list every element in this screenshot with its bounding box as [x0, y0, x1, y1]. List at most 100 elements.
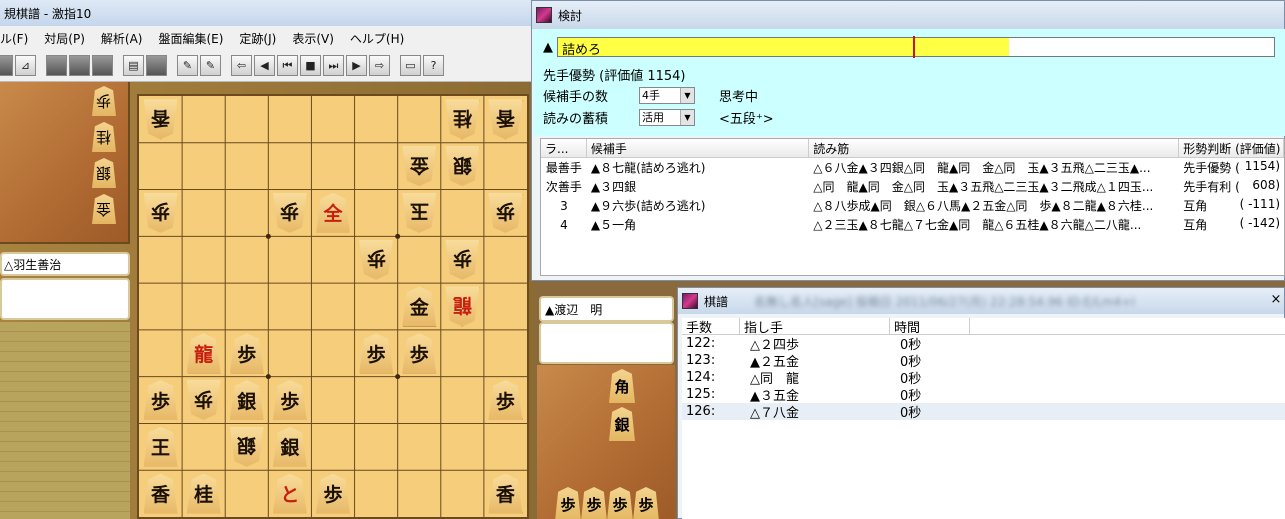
- menu-game[interactable]: 対局(P): [36, 30, 93, 47]
- sente-piece[interactable]: 歩: [230, 333, 264, 373]
- monitor-icon[interactable]: ▭: [400, 55, 421, 76]
- board-square[interactable]: 王: [139, 423, 182, 470]
- gote-piece[interactable]: 香: [144, 99, 178, 139]
- sente-piece[interactable]: 金: [402, 286, 436, 326]
- gote-piece[interactable]: 歩: [144, 193, 178, 233]
- toolbar-board2-icon[interactable]: [69, 55, 90, 76]
- board-square[interactable]: 桂: [441, 96, 484, 143]
- menu-view[interactable]: 表示(V): [284, 30, 342, 47]
- board-square[interactable]: 銀: [225, 423, 268, 470]
- board-square[interactable]: 歩: [268, 377, 311, 424]
- chevron-down-icon[interactable]: ▼: [680, 109, 694, 125]
- board-square[interactable]: 銀: [441, 143, 484, 190]
- column-candidate[interactable]: 候補手: [587, 139, 810, 157]
- toolbar-blank-icon[interactable]: [146, 55, 167, 76]
- sente-piece[interactable]: 歩: [402, 333, 436, 373]
- toolbar-board3-icon[interactable]: [92, 55, 113, 76]
- sente-piece[interactable]: 歩: [144, 380, 178, 420]
- sente-piece[interactable]: 王: [144, 427, 178, 467]
- sente-piece[interactable]: 香: [488, 474, 522, 514]
- gote-piece[interactable]: 銀: [230, 427, 264, 467]
- table-row[interactable]: 最善手 ▲８七龍(詰めろ逃れ) △６八金▲３四銀△同 龍▲同 金△同 玉▲３五飛…: [541, 158, 1284, 177]
- board-square[interactable]: 歩: [441, 236, 484, 283]
- chevron-down-icon[interactable]: ▼: [680, 87, 694, 103]
- sente-hand-piece[interactable]: 歩: [607, 487, 633, 519]
- gote-piece[interactable]: 龍: [445, 286, 479, 326]
- gote-piece[interactable]: 玉: [402, 193, 436, 233]
- gote-hand-piece[interactable]: 金: [92, 194, 116, 224]
- sente-piece[interactable]: と: [273, 474, 307, 514]
- gote-piece[interactable]: 歩: [445, 240, 479, 280]
- sente-piece[interactable]: 銀: [273, 427, 307, 467]
- sente-hand-piece[interactable]: 銀: [609, 407, 635, 441]
- board-square[interactable]: 玉: [398, 190, 441, 237]
- sente-hand-piece[interactable]: 歩: [555, 487, 581, 519]
- board-square[interactable]: 龍: [182, 330, 225, 377]
- board-square[interactable]: 歩: [182, 377, 225, 424]
- sente-piece[interactable]: 香: [144, 474, 178, 514]
- sente-piece[interactable]: 龍: [187, 333, 221, 373]
- table-row[interactable]: 4 ▲５一角 △２三玉▲８七龍△７七金▲同 龍△６五桂▲８六龍△二八龍... 互…: [541, 215, 1284, 234]
- board-square[interactable]: 歩: [139, 190, 182, 237]
- sente-piece[interactable]: 歩: [316, 474, 350, 514]
- redo-arrow-icon[interactable]: ⇨: [369, 55, 390, 76]
- board-square[interactable]: 金: [398, 143, 441, 190]
- sente-piece[interactable]: 銀: [230, 380, 264, 420]
- column-move-number[interactable]: 手数: [682, 318, 740, 336]
- board-square[interactable]: と: [268, 470, 311, 517]
- toolbar-record-icon[interactable]: ▤: [123, 55, 144, 76]
- column-eval[interactable]: 形勢判断 (評価値): [1179, 139, 1284, 157]
- board-square[interactable]: 歩: [355, 330, 398, 377]
- gote-piece[interactable]: 金: [402, 146, 436, 186]
- gote-piece[interactable]: 歩: [359, 240, 393, 280]
- list-item[interactable]: 122: △２四歩 0秒: [682, 335, 1285, 353]
- sente-piece[interactable]: 桂: [187, 474, 221, 514]
- list-item[interactable]: 123: ▲２五金 0秒: [682, 352, 1285, 370]
- stop-icon[interactable]: ■: [300, 55, 321, 76]
- column-rank[interactable]: ラ...: [541, 139, 587, 157]
- board-square[interactable]: 歩: [139, 377, 182, 424]
- menu-analysis[interactable]: 解析(A): [93, 30, 151, 47]
- gote-hand-piece[interactable]: 歩: [92, 86, 116, 116]
- board-square[interactable]: 歩: [484, 190, 527, 237]
- candidates-select[interactable]: 4手 ▼: [639, 86, 695, 104]
- kifu-titlebar[interactable]: 棋譜 名無し名人[sage] 投稿日 2011/06/27(月) 22:28:5…: [678, 288, 1284, 314]
- last-move-icon[interactable]: ⏭: [323, 55, 344, 76]
- gote-piece[interactable]: 桂: [445, 99, 479, 139]
- column-move[interactable]: 指し手: [740, 318, 890, 336]
- column-pv[interactable]: 読み筋: [809, 139, 1180, 157]
- menu-help[interactable]: ヘルプ(H): [342, 30, 412, 47]
- table-row[interactable]: 次善手 ▲３四銀 △同 龍▲同 金△同 玉▲３五飛△二三玉▲３二飛成△１四玉..…: [541, 177, 1284, 196]
- menu-joseki[interactable]: 定跡(J): [231, 30, 284, 47]
- help-icon[interactable]: ?: [423, 55, 444, 76]
- sente-piece[interactable]: 歩: [488, 380, 522, 420]
- toolbar-tool-icon[interactable]: [0, 55, 13, 76]
- board-square[interactable]: 銀: [225, 377, 268, 424]
- menu-file[interactable]: ル(F): [0, 30, 36, 47]
- board-square[interactable]: 歩: [398, 330, 441, 377]
- sente-piece[interactable]: 全: [316, 193, 350, 233]
- sente-hand-piece[interactable]: 歩: [581, 487, 607, 519]
- board-square[interactable]: 桂: [182, 470, 225, 517]
- board-square[interactable]: 歩: [484, 377, 527, 424]
- sente-piece[interactable]: 歩: [273, 380, 307, 420]
- board-square[interactable]: 歩: [225, 330, 268, 377]
- board-square[interactable]: 歩: [355, 236, 398, 283]
- board-square[interactable]: 香: [139, 96, 182, 143]
- gote-piece[interactable]: 銀: [445, 146, 479, 186]
- board-square[interactable]: 銀: [268, 423, 311, 470]
- analysis-titlebar[interactable]: 検討: [532, 1, 1284, 29]
- board-square[interactable]: 全: [311, 190, 354, 237]
- board-square[interactable]: 金: [398, 283, 441, 330]
- toolbar-edit-icon[interactable]: ✎: [177, 55, 198, 76]
- sente-hand-piece[interactable]: 歩: [633, 487, 659, 519]
- gote-hand-piece[interactable]: 銀: [92, 158, 116, 188]
- list-item[interactable]: 125: ▲３五金 0秒: [682, 386, 1285, 404]
- accumulate-select[interactable]: 活用 ▼: [639, 108, 695, 126]
- back-icon[interactable]: ◀: [254, 55, 275, 76]
- gote-hand-piece[interactable]: 桂: [92, 122, 116, 152]
- board-square[interactable]: 歩: [268, 190, 311, 237]
- toolbar-open-icon[interactable]: ⊿: [15, 55, 36, 76]
- board-square[interactable]: 歩: [311, 470, 354, 517]
- gote-piece[interactable]: 香: [488, 99, 522, 139]
